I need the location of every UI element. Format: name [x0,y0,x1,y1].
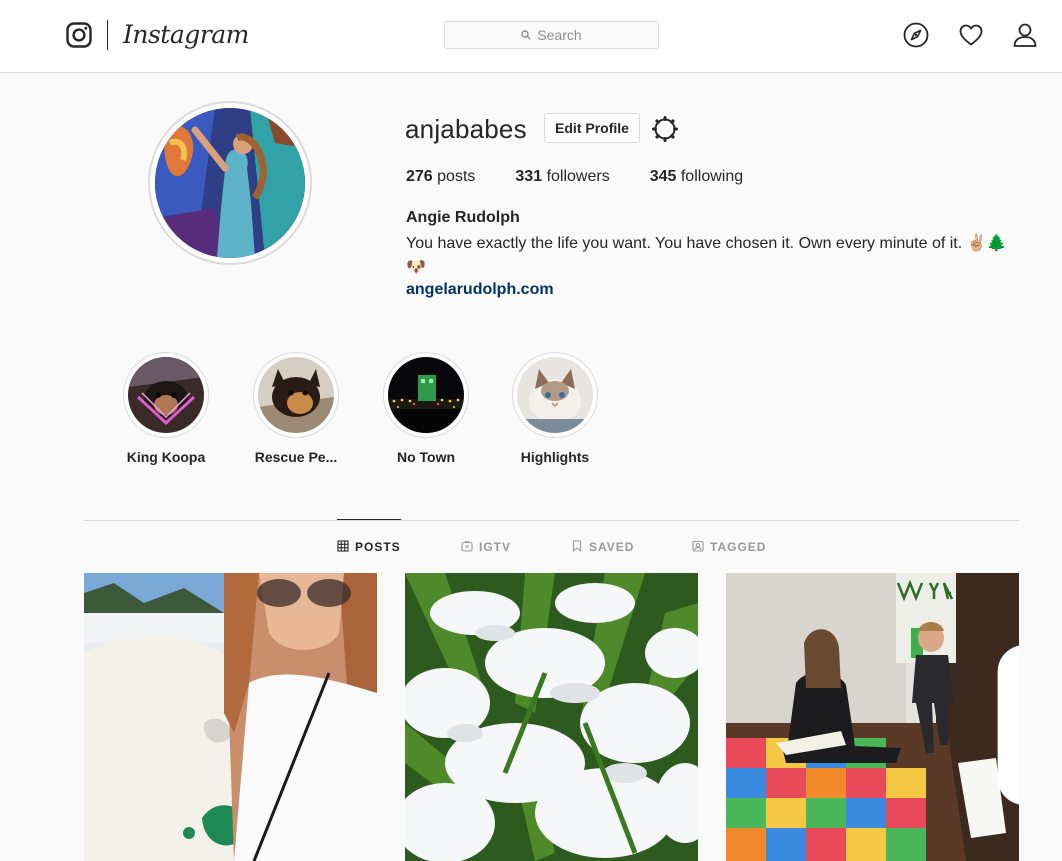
profile-avatar[interactable] [155,108,305,258]
tag-portrait-icon [692,540,710,555]
tab-igtv[interactable]: IGTV [461,540,511,554]
highlight-cover-image [128,357,204,433]
followers-count: 331 [515,168,543,185]
person-icon[interactable] [1011,21,1039,49]
edit-profile-button[interactable]: Edit Profile [544,113,640,143]
tab-saved-label: SAVED [589,540,635,554]
highlight-label: King Koopa [126,449,206,465]
highlight-label: No Town [396,449,456,465]
compass-icon[interactable] [902,21,930,49]
followers-stat[interactable]: 331 followers [515,168,609,188]
bio-text: You have exactly the life you want. You … [406,235,1007,252]
tab-posts-label: POSTS [355,540,401,554]
post-thumbnail-video[interactable] [726,573,1019,861]
logo-divider [107,20,108,50]
tab-tagged-label: TAGGED [710,540,767,554]
instagram-glyph-icon[interactable] [66,22,92,48]
highlight-highlights[interactable]: Highlights [512,352,598,465]
tab-saved[interactable]: SAVED [571,539,635,555]
settings-gear-icon[interactable] [651,115,679,143]
highlight-ring [383,352,469,438]
highlight-cover-image [517,357,593,433]
search-input[interactable]: Search [444,21,659,49]
tab-tagged[interactable]: TAGGED [692,540,766,554]
bio-dog-emoji: 🐶 [406,259,426,276]
highlight-label: Rescue Pe... [254,449,338,465]
posts-label: posts [437,168,476,185]
instagram-wordmark[interactable]: Instagram [123,17,249,53]
highlight-label: Highlights [520,449,590,465]
highlight-rescue-pets[interactable]: Rescue Pe... [253,352,339,465]
profile-username: anjababes [405,114,527,144]
post-thumbnail[interactable] [405,573,698,861]
highlight-ring [512,352,598,438]
profile-website-link[interactable]: angelarudolph.com [406,281,554,299]
post-thumbnail[interactable] [84,573,377,861]
following-count: 345 [649,168,677,185]
highlight-king-koopa[interactable]: King Koopa [123,352,209,465]
highlight-ring [253,352,339,438]
profile-full-name: Angie Rudolph [406,209,520,226]
active-tab-indicator [337,519,401,520]
profile-bio: You have exactly the life you want. You … [406,232,1031,280]
highlight-cover-image [258,357,334,433]
tabs-divider [84,520,1019,521]
top-navigation-bar: Instagram Search [0,0,1062,73]
highlight-cover-image [388,357,464,433]
profile-stats: 276 posts 331 followers 345 following [406,168,783,188]
followers-label: followers [546,168,610,185]
highlight-no-town[interactable]: No Town [383,352,469,465]
igtv-icon [461,540,479,555]
highlight-ring [123,352,209,438]
search-placeholder: Search [537,27,582,43]
heart-icon[interactable] [957,21,985,49]
posts-stat[interactable]: 276 posts [406,168,475,188]
following-stat[interactable]: 345 following [650,168,743,188]
grid-icon [337,539,355,555]
search-icon [521,27,537,43]
following-label: following [680,168,744,185]
video-camera-icon [991,581,1019,805]
bookmark-icon [571,539,589,555]
tab-posts[interactable]: POSTS [337,539,401,555]
posts-count: 276 [406,168,433,185]
tab-igtv-label: IGTV [479,540,512,554]
